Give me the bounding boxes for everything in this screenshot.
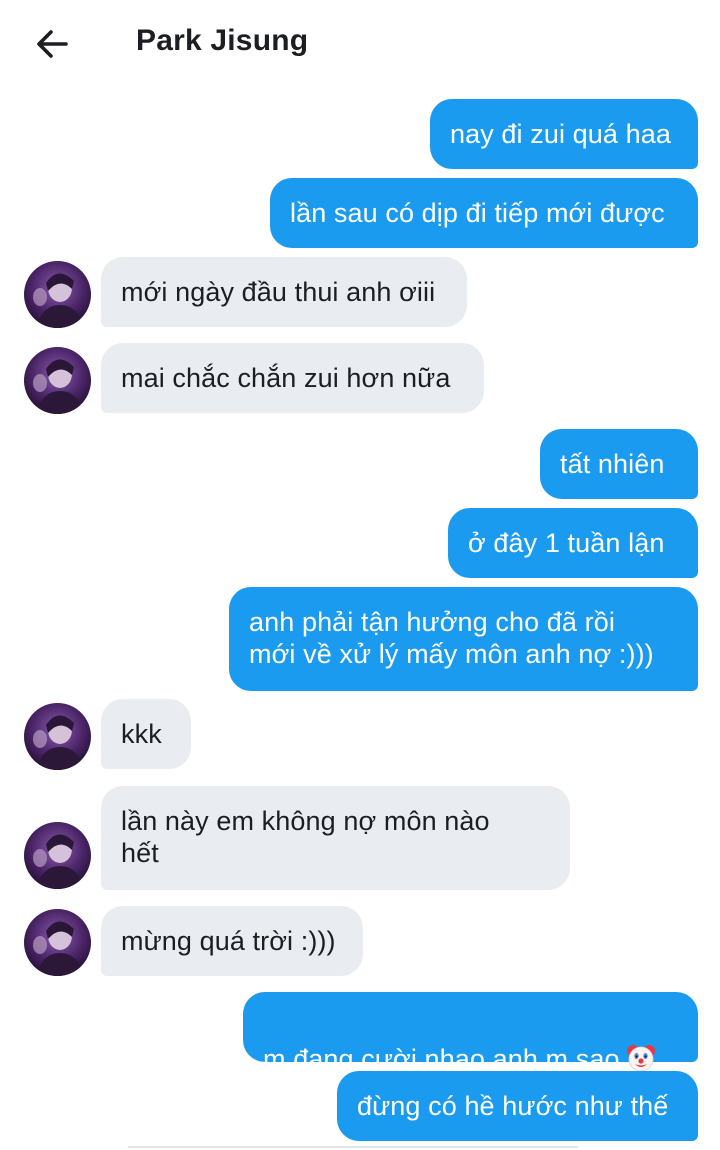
contact-avatar[interactable] [24, 347, 91, 414]
message-bubble-outgoing[interactable]: nay đi zui quá haa [430, 99, 698, 169]
message-bubble-incoming[interactable]: kkk [101, 699, 191, 769]
message-text: m đang cười nhạo anh m sao [263, 1044, 620, 1074]
avatar-photo-icon [24, 703, 91, 770]
avatar-photo-icon [24, 909, 91, 976]
avatar-photo-icon [24, 261, 91, 328]
contact-name-title[interactable]: Park Jisung [136, 24, 308, 58]
arrow-left-icon [37, 30, 68, 58]
message-bubble-outgoing[interactable]: tất nhiên [540, 429, 698, 499]
avatar-photo-icon [24, 822, 91, 889]
message-bubble-outgoing[interactable]: lần sau có dịp đi tiếp mới được [270, 178, 698, 248]
message-bubble-outgoing[interactable]: ở đây 1 tuần lận [448, 508, 698, 578]
message-bubble-outgoing[interactable]: m đang cười nhạo anh m sao [243, 992, 698, 1074]
message-bubble-outgoing[interactable]: anh phải tận hưởng cho đã rồi mới về xử … [229, 587, 698, 691]
contact-avatar[interactable] [24, 261, 91, 328]
contact-avatar[interactable] [24, 909, 91, 976]
message-bubble-incoming[interactable]: mới ngày đầu thui anh ơiii [101, 257, 467, 327]
message-bubble-incoming[interactable]: mừng quá trời :))) [101, 906, 363, 976]
message-bubble-outgoing[interactable]: đừng có hề hước như thế [337, 1071, 698, 1141]
contact-avatar[interactable] [24, 703, 91, 770]
divider [128, 1146, 578, 1148]
message-bubble-incoming[interactable]: mai chắc chắn zui hơn nữa [101, 343, 484, 413]
back-button[interactable] [30, 24, 74, 64]
avatar-photo-icon [24, 347, 91, 414]
contact-avatar[interactable] [24, 822, 91, 889]
clown-face-emoji-icon [626, 1045, 655, 1072]
message-bubble-incoming[interactable]: lần này em không nợ môn nào hết [101, 786, 570, 890]
chat-header: Park Jisung [0, 0, 720, 88]
